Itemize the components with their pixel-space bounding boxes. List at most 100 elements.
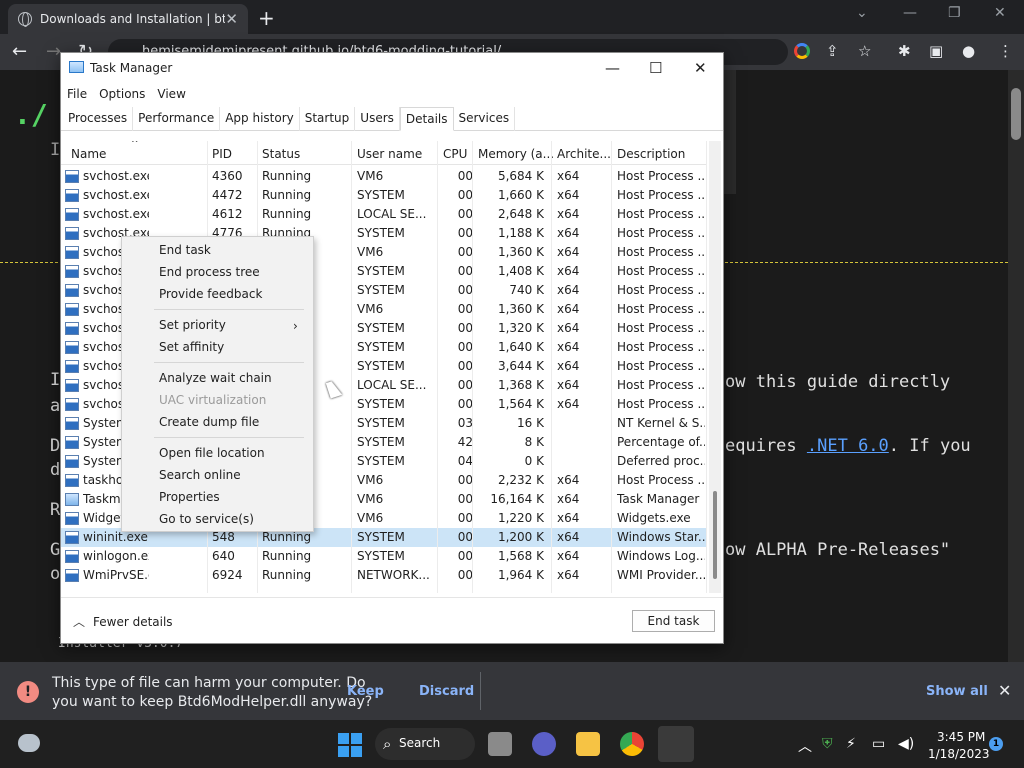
column-description[interactable]: Description <box>617 147 685 161</box>
share-icon[interactable]: ⇪ <box>826 42 839 60</box>
menu-item-set-affinity[interactable]: Set affinity <box>159 340 224 354</box>
menu-item-search-online[interactable]: Search online <box>159 468 241 482</box>
process-description: Host Process ... <box>617 321 705 335</box>
process-architecture: x64 <box>557 169 580 183</box>
table-scrollbar[interactable] <box>709 141 721 593</box>
column-memory[interactable]: Memory (a... <box>478 147 554 161</box>
page-scrollbar[interactable] <box>1008 70 1024 662</box>
menu-file[interactable]: File <box>61 85 87 105</box>
process-icon <box>65 341 79 354</box>
close-window-button[interactable]: ✕ <box>994 5 1006 21</box>
new-tab-button[interactable]: + <box>258 6 275 30</box>
tab-services[interactable]: Services <box>454 107 516 131</box>
volume-icon[interactable]: ◀) <box>898 736 914 752</box>
column-cpu[interactable]: CPU <box>443 147 467 161</box>
tab-app-history[interactable]: App history <box>220 107 300 131</box>
restore-window-button[interactable]: ❐ <box>948 5 961 21</box>
google-lens-icon[interactable] <box>794 43 810 59</box>
side-panel-icon[interactable]: ▣ <box>929 42 943 60</box>
process-pid: 6924 <box>212 568 243 582</box>
process-memory: 1,320 K <box>497 321 544 335</box>
column-pid[interactable]: PID <box>212 147 232 161</box>
start-button[interactable] <box>338 733 362 757</box>
tab-startup[interactable]: Startup <box>300 107 356 131</box>
taskbar: ⌕ Search ︿ ⛨ ⚡ ▭ ◀) 3:45 PM 1/18/2023 1 <box>0 720 1024 768</box>
process-architecture: x64 <box>557 283 580 297</box>
network-icon[interactable]: ⚡ <box>846 736 856 752</box>
tab-users[interactable]: Users <box>355 107 400 131</box>
column-architecture[interactable]: Archite... <box>557 147 611 161</box>
menu-item-go-to-services[interactable]: Go to service(s) <box>159 512 254 526</box>
process-cpu: 00 <box>457 359 473 373</box>
keep-button[interactable]: Keep <box>347 684 384 699</box>
task-manager-taskbar-icon[interactable] <box>658 726 694 762</box>
process-cpu: 00 <box>457 207 473 221</box>
chevron-up-icon[interactable]: ︿ <box>73 613 85 630</box>
teams-chat-icon[interactable] <box>532 732 556 756</box>
process-description: Percentage of... <box>617 435 705 449</box>
browser-tab[interactable]: Downloads and Installation | btd6 ✕ <box>8 4 248 34</box>
process-description: Widgets.exe <box>617 511 691 525</box>
tab-processes[interactable]: Processes <box>63 107 134 131</box>
minimize-window-button[interactable]: — <box>903 5 917 21</box>
process-user: LOCAL SE... <box>357 207 427 221</box>
menu-bar: File Options View <box>61 85 192 105</box>
globe-icon <box>18 12 32 27</box>
process-status: Running <box>262 207 312 221</box>
scroll-thumb[interactable] <box>1011 88 1021 140</box>
file-explorer-icon[interactable] <box>576 732 600 756</box>
process-user: SYSTEM <box>357 530 405 544</box>
dotnet-link[interactable]: .NET 6.0 <box>807 436 889 456</box>
process-user: SYSTEM <box>357 264 405 278</box>
process-description: Host Process ... <box>617 397 705 411</box>
close-tab-icon[interactable]: ✕ <box>225 10 238 28</box>
back-arrow-icon[interactable]: ← <box>12 41 27 62</box>
column-name[interactable]: Name <box>71 147 106 161</box>
clock-date[interactable]: 1/18/2023 <box>928 747 990 761</box>
table-scroll-thumb[interactable] <box>713 491 717 579</box>
display-icon[interactable]: ▭ <box>872 736 885 752</box>
taskbar-search[interactable]: ⌕ Search <box>375 728 475 760</box>
close-icon[interactable]: ✕ <box>694 59 707 77</box>
chrome-icon[interactable] <box>620 732 644 756</box>
process-description: Host Process ... <box>617 169 705 183</box>
minimize-icon[interactable]: — <box>605 59 620 77</box>
profile-icon[interactable]: ● <box>962 42 975 60</box>
close-icon[interactable]: ✕ <box>998 681 1011 700</box>
process-architecture: x64 <box>557 378 580 392</box>
menu-item-end-process-tree[interactable]: End process tree <box>159 265 260 279</box>
menu-item-create-dump-file[interactable]: Create dump file <box>159 415 259 429</box>
menu-item-set-priority[interactable]: Set priority <box>159 318 226 332</box>
maximize-icon[interactable]: ☐ <box>649 59 662 77</box>
process-icon <box>65 531 79 544</box>
menu-kebab-icon[interactable]: ⋮ <box>998 42 1013 60</box>
menu-item-analyze-wait-chain[interactable]: Analyze wait chain <box>159 371 272 385</box>
notification-badge[interactable]: 1 <box>989 737 1003 751</box>
task-view-icon[interactable] <box>488 732 512 756</box>
column-status[interactable]: Status <box>262 147 300 161</box>
title-bar[interactable]: Task Manager — ☐ ✕ <box>61 53 723 83</box>
menu-view[interactable]: View <box>151 85 185 105</box>
extensions-puzzle-icon[interactable]: ✱ <box>898 42 911 60</box>
tab-details[interactable]: Details <box>399 107 454 131</box>
menu-item-properties[interactable]: Properties <box>159 490 220 504</box>
forward-arrow-icon[interactable]: → <box>46 41 61 62</box>
menu-item-open-file-location[interactable]: Open file location <box>159 446 265 460</box>
tab-search-icon[interactable]: ⌄ <box>856 5 868 21</box>
fewer-details-link[interactable]: Fewer details <box>93 615 173 629</box>
column-user-name[interactable]: User name <box>357 147 422 161</box>
menu-item-provide-feedback[interactable]: Provide feedback <box>159 287 262 301</box>
chevron-up-icon[interactable]: ︿ <box>798 736 812 756</box>
tab-performance[interactable]: Performance <box>133 107 221 131</box>
weather-icon[interactable] <box>18 734 40 752</box>
process-icon <box>65 436 79 449</box>
end-task-button[interactable]: End task <box>632 610 715 632</box>
menu-item-end-task[interactable]: End task <box>159 243 211 257</box>
defender-shield-icon[interactable]: ⛨ <box>822 736 833 752</box>
clock-time[interactable]: 3:45 PM <box>937 730 985 744</box>
show-all-button[interactable]: Show all <box>926 684 988 699</box>
process-cpu: 00 <box>457 302 473 316</box>
menu-options[interactable]: Options <box>93 85 145 105</box>
discard-button[interactable]: Discard <box>419 684 474 699</box>
bookmark-star-icon[interactable]: ☆ <box>858 42 871 60</box>
